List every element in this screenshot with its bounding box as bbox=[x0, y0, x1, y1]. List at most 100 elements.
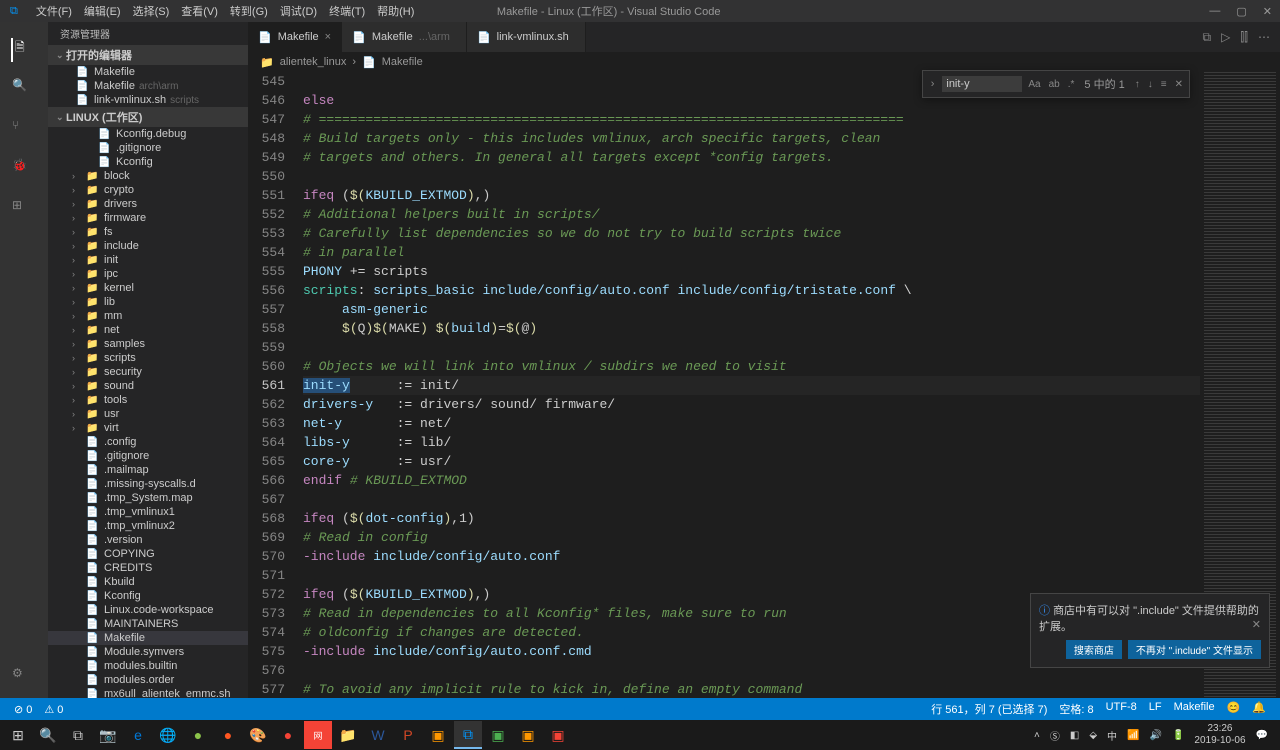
menu-item[interactable]: 文件(F) bbox=[30, 6, 78, 18]
status-item[interactable]: 😊 bbox=[1221, 701, 1247, 717]
tree-item[interactable]: ›📁crypto bbox=[48, 183, 248, 197]
breadcrumb[interactable]: 📁 alientek_linux › 📄 Makefile bbox=[248, 52, 1280, 72]
word-icon[interactable]: W bbox=[364, 721, 392, 749]
tree-item[interactable]: ›📁mm bbox=[48, 309, 248, 323]
tree-item[interactable]: 📄Kbuild bbox=[48, 575, 248, 589]
notification-close-icon[interactable]: ✕ bbox=[1252, 618, 1261, 631]
tree-item[interactable]: ›📁usr bbox=[48, 407, 248, 421]
menu-item[interactable]: 编辑(E) bbox=[78, 6, 127, 18]
find-expand-icon[interactable]: › bbox=[927, 78, 939, 90]
app7-icon[interactable]: ▣ bbox=[484, 721, 512, 749]
tree-item[interactable]: 📄.config bbox=[48, 435, 248, 449]
debug-icon[interactable]: 🐞 bbox=[12, 158, 36, 182]
status-item[interactable]: UTF-8 bbox=[1100, 701, 1143, 717]
regex-icon[interactable]: .* bbox=[1066, 79, 1077, 90]
tree-item[interactable]: ›📁net bbox=[48, 323, 248, 337]
start-icon[interactable]: ⊞ bbox=[4, 721, 32, 749]
open-editors-header[interactable]: ⌄打开的编辑器 bbox=[48, 45, 248, 65]
find-input[interactable] bbox=[942, 76, 1022, 92]
open-editor-item[interactable]: 📄Makefile bbox=[48, 65, 248, 79]
tree-item[interactable]: 📄.tmp_System.map bbox=[48, 491, 248, 505]
status-item[interactable]: 行 561，列 7 (已选择 7) bbox=[925, 701, 1053, 717]
search-store-button[interactable]: 搜索商店 bbox=[1066, 640, 1122, 659]
tree-item[interactable]: ›📁lib bbox=[48, 295, 248, 309]
editor-tab[interactable]: 📄Makefile× bbox=[248, 22, 342, 52]
source-control-icon[interactable]: ⑂ bbox=[12, 118, 36, 142]
tree-item[interactable]: 📄.gitignore bbox=[48, 449, 248, 463]
find-in-selection-icon[interactable]: ≡ bbox=[1159, 79, 1169, 90]
tree-item[interactable]: ›📁samples bbox=[48, 337, 248, 351]
tree-item[interactable]: ›📁drivers bbox=[48, 197, 248, 211]
status-item[interactable]: ⊘ 0 bbox=[8, 704, 38, 716]
tree-item[interactable]: 📄CREDITS bbox=[48, 561, 248, 575]
tree-item[interactable]: ›📁ipc bbox=[48, 267, 248, 281]
menu-item[interactable]: 调试(D) bbox=[274, 6, 323, 18]
notifications-icon[interactable]: 💬 bbox=[1256, 730, 1268, 741]
tree-item[interactable]: ›📁tools bbox=[48, 393, 248, 407]
tree-item[interactable]: 📄.mailmap bbox=[48, 463, 248, 477]
app4-icon[interactable]: ● bbox=[274, 721, 302, 749]
maximize-icon[interactable]: ▢ bbox=[1236, 5, 1246, 18]
skype-icon[interactable]: Ⓢ bbox=[1050, 728, 1060, 743]
close-find-icon[interactable]: ✕ bbox=[1173, 79, 1185, 90]
tree-item[interactable]: 📄MAINTAINERS bbox=[48, 617, 248, 631]
more-icon[interactable]: ⋯ bbox=[1258, 30, 1270, 45]
tree-item[interactable]: 📄Kconfig bbox=[48, 589, 248, 603]
close-tab-icon[interactable]: × bbox=[325, 31, 331, 43]
battery-icon[interactable]: 🔋 bbox=[1172, 730, 1184, 741]
wifi-icon[interactable]: 📶 bbox=[1127, 730, 1139, 741]
tree-item[interactable]: 📄modules.builtin bbox=[48, 659, 248, 673]
tree-item[interactable]: ›📁firmware bbox=[48, 211, 248, 225]
search-icon[interactable]: 🔍 bbox=[12, 78, 36, 102]
tree-item[interactable]: ›📁virt bbox=[48, 421, 248, 435]
tree-item[interactable]: ›📁security bbox=[48, 365, 248, 379]
tree-item[interactable]: ›📁fs bbox=[48, 225, 248, 239]
gear-icon[interactable]: ⚙ bbox=[12, 666, 36, 690]
tree-item[interactable]: 📄modules.order bbox=[48, 673, 248, 687]
app9-icon[interactable]: ▣ bbox=[544, 721, 572, 749]
editor-tab[interactable]: 📄link-vmlinux.sh bbox=[467, 22, 586, 52]
tree-item[interactable]: ›📁scripts bbox=[48, 351, 248, 365]
taskview-icon[interactable]: ⧉ bbox=[64, 721, 92, 749]
tree-item[interactable]: 📄.tmp_vmlinux2 bbox=[48, 519, 248, 533]
explorer-task-icon[interactable]: 📁 bbox=[334, 721, 362, 749]
tree-item[interactable]: ›📁init bbox=[48, 253, 248, 267]
explorer-icon[interactable]: 🗎 bbox=[11, 38, 35, 62]
status-item[interactable]: Makefile bbox=[1168, 701, 1221, 717]
tree-item[interactable]: ›📁kernel bbox=[48, 281, 248, 295]
tree-item[interactable]: 📄.tmp_vmlinux1 bbox=[48, 505, 248, 519]
menu-item[interactable]: 帮助(H) bbox=[371, 6, 420, 18]
next-match-icon[interactable]: ↓ bbox=[1146, 79, 1155, 90]
app3-icon[interactable]: 🎨 bbox=[244, 721, 272, 749]
status-item[interactable]: 空格: 8 bbox=[1053, 701, 1099, 717]
tree-item[interactable]: 📄Makefile bbox=[48, 631, 248, 645]
tray-chevron-icon[interactable]: ˄ bbox=[1034, 730, 1040, 741]
status-item[interactable]: ⚠ 0 bbox=[38, 704, 69, 716]
close-icon[interactable]: ✕ bbox=[1263, 5, 1272, 18]
tray-icon1[interactable]: ◧ bbox=[1070, 730, 1079, 741]
ppt-icon[interactable]: P bbox=[394, 721, 422, 749]
tree-item[interactable]: 📄Module.symvers bbox=[48, 645, 248, 659]
tree-item[interactable]: 📄mx6ull_alientek_emmc.sh bbox=[48, 687, 248, 698]
prev-match-icon[interactable]: ↑ bbox=[1133, 79, 1142, 90]
menu-item[interactable]: 查看(V) bbox=[175, 6, 224, 18]
tree-item[interactable]: 📄.gitignore bbox=[48, 141, 248, 155]
open-editor-item[interactable]: 📄Makefilearch\arm bbox=[48, 79, 248, 93]
run-icon[interactable]: ▷ bbox=[1221, 30, 1230, 45]
tree-item[interactable]: 📄Kconfig bbox=[48, 155, 248, 169]
menu-item[interactable]: 终端(T) bbox=[323, 6, 371, 18]
tree-item[interactable]: 📄Kconfig.debug bbox=[48, 127, 248, 141]
status-item[interactable]: LF bbox=[1143, 701, 1168, 717]
vscode-task-icon[interactable]: ⧉ bbox=[454, 721, 482, 749]
system-tray[interactable]: ˄ Ⓢ ◧ ⬙ 中 📶 🔊 🔋 23:26 2019-10-06 💬 bbox=[1026, 723, 1276, 747]
dont-show-button[interactable]: 不再对 ".include" 文件显示 bbox=[1128, 640, 1261, 659]
workspace-header[interactable]: ⌄LINUX (工作区) bbox=[48, 107, 248, 127]
browser-icon[interactable]: 🌐 bbox=[154, 721, 182, 749]
editor-tab[interactable]: 📄Makefile...\arm bbox=[342, 22, 467, 52]
tree-item[interactable]: ›📁sound bbox=[48, 379, 248, 393]
match-case-icon[interactable]: Aa bbox=[1026, 79, 1042, 90]
edge-icon[interactable]: e bbox=[124, 721, 152, 749]
app2-icon[interactable]: ● bbox=[214, 721, 242, 749]
app5-icon[interactable]: 网 bbox=[304, 721, 332, 749]
app1-icon[interactable]: ● bbox=[184, 721, 212, 749]
